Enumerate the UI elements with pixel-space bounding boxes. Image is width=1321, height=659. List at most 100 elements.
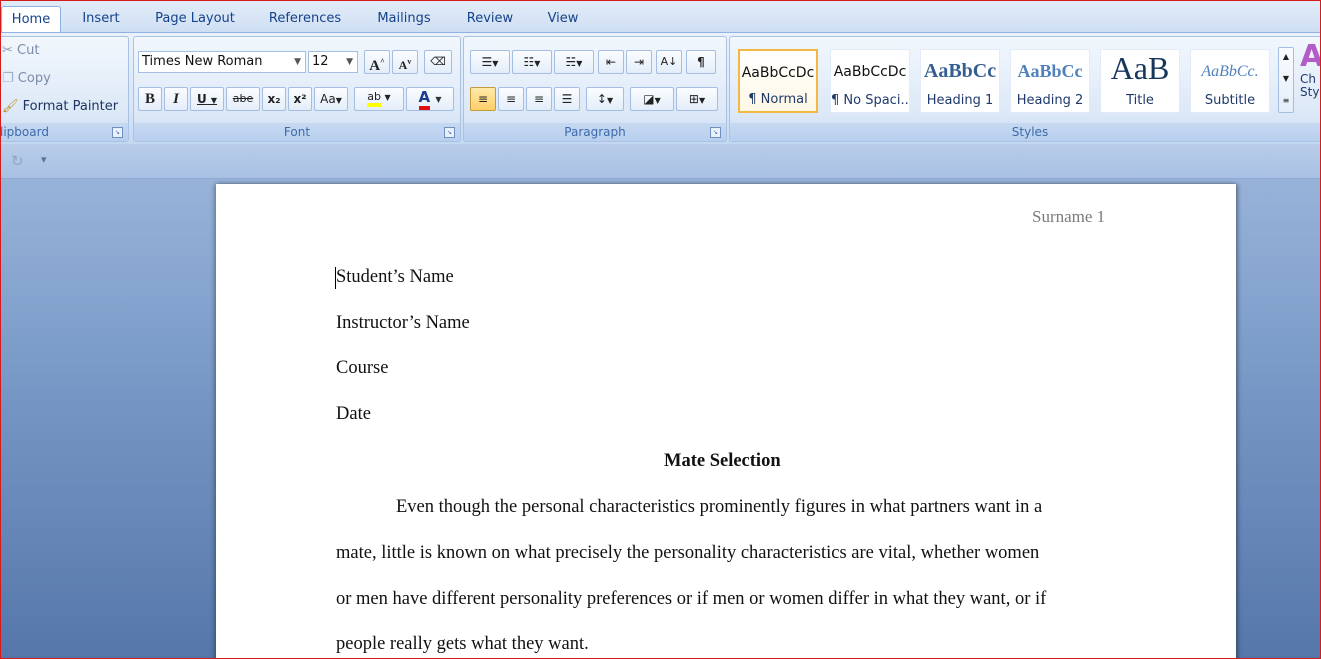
grow-font-button[interactable]: A^	[364, 50, 390, 74]
chevron-down-icon: ▼	[335, 96, 342, 105]
clipboard-group: ✂ Cut ❐ Copy 🖌 Format Painter lipboard ↘	[1, 36, 129, 142]
page-header: Surname 1	[1032, 207, 1106, 226]
style-heading-2[interactable]: AaBbCc Heading 2	[1010, 49, 1090, 113]
increase-indent-icon: ⇥	[633, 55, 645, 69]
change-styles-icon: A	[1300, 39, 1321, 74]
chevron-down-icon: ▼	[294, 57, 301, 67]
strikethrough-button[interactable]: abe	[226, 87, 260, 111]
style-heading-2-sample: AaBbCc	[1017, 61, 1083, 81]
justify-button[interactable]: ☰	[554, 87, 580, 111]
font-size-value: 12	[312, 54, 329, 69]
paragraph-group-label: Paragraph	[464, 123, 726, 141]
grow-font-icon: A	[369, 58, 381, 74]
style-heading-1[interactable]: AaBbCc Heading 1	[920, 49, 1000, 113]
font-color-button[interactable]: A ▼	[406, 87, 454, 111]
highlighter-icon: ab	[367, 90, 382, 107]
tab-mailings[interactable]: Mailings	[365, 6, 443, 32]
paragraph-dialog-launcher-icon[interactable]: ↘	[710, 127, 721, 138]
subscript-button[interactable]: x₂	[262, 87, 286, 111]
style-heading-2-label: Heading 2	[1016, 93, 1084, 108]
text-highlight-button[interactable]: ab ▼	[354, 87, 404, 111]
ribbon-tab-bar: Home Insert Page Layout References Maili…	[1, 1, 1320, 33]
show-hide-button[interactable]: ¶	[686, 50, 716, 74]
paragraph-group: ☰▼ ☷▼ ☵▼ ⇤ ⇥ A↓ ¶ ≡ ≡ ≡ ☰ ↕▼ ◪▼ ⊞▼ Parag…	[463, 36, 727, 142]
scroll-down-icon: ▼	[1282, 74, 1290, 83]
style-no-spacing-label: ¶ No Spaci...	[831, 93, 909, 108]
body-line: or men have different personality prefer…	[336, 589, 1047, 609]
course-line: Course	[336, 358, 389, 378]
multilevel-list-button[interactable]: ☵▼	[554, 50, 594, 74]
align-right-icon: ≡	[533, 92, 545, 106]
italic-button[interactable]: I	[164, 87, 188, 111]
style-subtitle[interactable]: AaBbCc. Subtitle	[1190, 49, 1270, 113]
tab-home[interactable]: Home	[1, 6, 61, 33]
chevron-down-icon: ▼	[210, 96, 218, 105]
font-dialog-launcher-icon[interactable]: ↘	[444, 127, 455, 138]
style-heading-1-sample: AaBbCc	[923, 60, 997, 82]
tab-view[interactable]: View	[537, 6, 589, 32]
tab-review[interactable]: Review	[457, 6, 523, 32]
chevron-down-icon: ▼	[384, 93, 391, 102]
underline-button[interactable]: U ▼	[190, 87, 224, 111]
bold-button[interactable]: B	[138, 87, 162, 111]
clear-formatting-button[interactable]: ⌫	[424, 50, 452, 74]
sort-button[interactable]: A↓	[656, 50, 682, 74]
line-spacing-button[interactable]: ↕▼	[586, 87, 624, 111]
style-normal[interactable]: AaBbCcDc ¶ Normal	[738, 49, 818, 113]
body-line: Even though the personal characteristics…	[396, 497, 1043, 517]
copy-label: Copy	[17, 71, 51, 86]
borders-button[interactable]: ⊞▼	[676, 87, 718, 111]
style-title-sample: AaB	[1110, 50, 1170, 86]
numbering-button[interactable]: ☷▼	[512, 50, 552, 74]
change-styles-label: Ch Sty	[1300, 72, 1320, 99]
style-subtitle-label: Subtitle	[1204, 93, 1256, 108]
copy-button[interactable]: ❐ Copy	[2, 71, 51, 86]
body-line: people really gets what they want.	[336, 634, 589, 654]
align-right-button[interactable]: ≡	[526, 87, 552, 111]
underline-label: U	[196, 92, 207, 106]
increase-indent-button[interactable]: ⇥	[626, 50, 652, 74]
ribbon: ✂ Cut ❐ Copy 🖌 Format Painter lipboard ↘…	[1, 32, 1321, 145]
styles-gallery-scroll[interactable]: ▲ ▼ ≡	[1278, 47, 1294, 113]
style-title[interactable]: AaB Title	[1100, 49, 1180, 113]
borders-icon: ⊞	[688, 92, 699, 106]
format-painter-button[interactable]: 🖌 Format Painter	[2, 99, 118, 114]
decrease-indent-button[interactable]: ⇤	[598, 50, 624, 74]
change-styles-button[interactable]: A Ch Sty	[1300, 39, 1321, 121]
change-case-label: Aa	[320, 92, 336, 106]
clipboard-group-label: lipboard	[1, 123, 128, 141]
font-size-select[interactable]: 12 ▼	[308, 51, 358, 73]
quick-access-toolbar: ↻ ▾	[1, 144, 1320, 179]
body-line: mate, little is known on what precisely …	[336, 543, 1040, 563]
shrink-font-button[interactable]: Av	[392, 50, 418, 74]
date-line: Date	[336, 404, 371, 424]
cut-button[interactable]: ✂ Cut	[2, 43, 39, 58]
chevron-down-icon: ▼	[346, 57, 353, 67]
align-center-button[interactable]: ≡	[498, 87, 524, 111]
align-center-icon: ≡	[505, 92, 517, 106]
redo-icon[interactable]: ↻	[11, 152, 24, 170]
customize-toolbar-icon[interactable]: ▾	[41, 153, 47, 166]
font-family-select[interactable]: Times New Roman ▼	[138, 51, 306, 73]
style-heading-1-label: Heading 1	[926, 93, 994, 108]
instructor-name-line: Instructor’s Name	[336, 313, 470, 333]
document-title: Mate Selection	[664, 451, 781, 471]
justify-icon: ☰	[561, 92, 573, 106]
tab-page-layout[interactable]: Page Layout	[145, 6, 245, 32]
more-styles-icon: ≡	[1282, 96, 1290, 105]
line-spacing-icon: ↕	[596, 92, 607, 106]
multilevel-list-icon: ☵	[565, 55, 577, 69]
student-name-line: Student’s Name	[336, 267, 454, 287]
tab-references[interactable]: References	[259, 6, 351, 32]
change-case-button[interactable]: Aa▼	[314, 87, 348, 111]
bullets-button[interactable]: ☰▼	[470, 50, 510, 74]
tab-insert[interactable]: Insert	[71, 6, 131, 32]
styles-group: AaBbCcDc ¶ Normal AaBbCcDc ¶ No Spaci...…	[729, 36, 1321, 142]
numbered-list-icon: ☷	[523, 55, 535, 69]
style-no-spacing[interactable]: AaBbCcDc ¶ No Spaci...	[830, 49, 910, 113]
align-left-button[interactable]: ≡	[470, 87, 496, 111]
shading-button[interactable]: ◪▼	[630, 87, 674, 111]
clipboard-dialog-launcher-icon[interactable]: ↘	[112, 127, 123, 138]
format-painter-label: Format Painter	[22, 99, 119, 114]
superscript-button[interactable]: x²	[288, 87, 312, 111]
